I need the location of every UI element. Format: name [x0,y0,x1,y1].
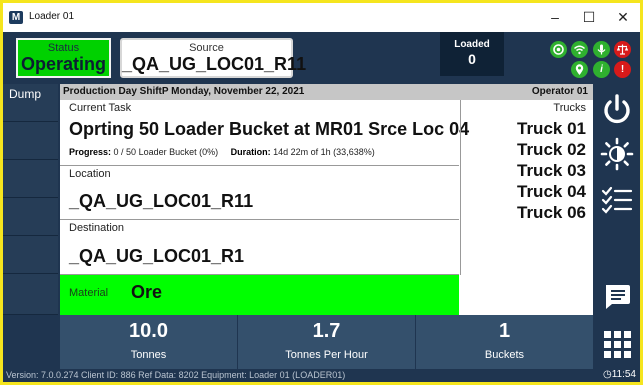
stat-value: 1 [498,320,511,342]
material-value: Ore [131,282,163,302]
current-task-value: Oprting 50 Loader Bucket at MR01 Srce Lo… [69,119,470,139]
left-empty-slot[interactable] [3,122,58,160]
info-icon[interactable]: i [593,61,610,78]
progress-label: Progress: [69,147,112,157]
truck-item[interactable]: Truck 03 [517,161,586,181]
truck-item[interactable]: Truck 04 [517,182,586,202]
maximize-button[interactable]: ☐ [572,7,606,27]
task-panel: Production Day ShiftP Monday, November 2… [60,84,593,315]
window-title: Loader 01 [29,11,75,22]
message-icon [606,285,630,309]
power-button[interactable] [597,90,637,130]
trucks-list: Trucks Truck 01 Truck 02 Truck 03 Truck … [460,100,594,275]
destination-label: Destination [69,222,125,234]
progress-value: 0 / 50 Loader Bucket (0%) [113,147,219,157]
gps-icon[interactable] [550,41,567,58]
microphone-icon[interactable] [593,41,610,58]
left-empty-slot[interactable] [3,236,58,274]
left-action-column: Dump [3,84,60,315]
minimize-button[interactable]: – [538,7,572,27]
status-tile[interactable]: Status Operating [16,38,111,78]
shift-info-bar: Production Day ShiftP Monday, November 2… [60,84,593,100]
right-toolbar [593,84,640,372]
status-value: Operating [20,54,106,74]
source-tile[interactable]: Source _QA_UG_LOC01_R11 [120,38,307,78]
clock-icon: ◷ [602,369,612,380]
material-label: Material [69,287,109,299]
close-button[interactable]: ✕ [606,7,640,27]
dump-label: Dump [9,87,42,101]
destination-value: _QA_UG_LOC01_R1 [69,246,245,266]
progress-line: Progress: 0 / 50 Loader Bucket (0%) Dura… [69,147,375,157]
alert-icon[interactable]: ! [614,61,631,78]
trucks-label: Trucks [553,102,586,114]
loaded-label: Loaded [454,39,490,50]
duration-label: Duration: [230,147,271,157]
material-section[interactable]: Material Ore [60,275,459,315]
operator-name: Operator 01 [531,86,588,97]
footer-bar: Version: 7.0.0.274 Client ID: 886 Ref Da… [3,369,640,382]
grid-icon [604,331,631,358]
location-label: Location [69,168,111,180]
app-logo-icon: M [9,11,23,24]
checklist-icon [601,186,633,214]
stat-value: 1.7 [312,320,341,342]
dump-button[interactable]: Dump [3,84,58,122]
brightness-button[interactable] [597,134,637,174]
clock-time: 11:54 [611,369,636,380]
duration-value: 14d 22m of 1h (33,638%) [273,147,375,157]
wifi-icon[interactable] [571,41,588,58]
truck-item[interactable]: Truck 01 [517,119,586,139]
truck-item[interactable]: Truck 06 [517,203,586,223]
left-empty-slot[interactable] [3,198,58,236]
source-value: _QA_UG_LOC01_R11 [122,54,307,74]
status-label: Status [47,42,80,54]
app-frame: M Loader 01 – ☐ ✕ Status Operating Sourc… [3,3,640,382]
stat-label: Tonnes [130,349,167,361]
source-label: Source [189,42,224,54]
messages-button[interactable] [597,276,637,316]
scale-icon[interactable] [614,41,631,58]
status-header: Status Operating Source _QA_UG_LOC01_R11… [3,32,640,84]
stat-label: Buckets [484,349,525,361]
stat-label: Tonnes Per Hour [285,349,368,361]
power-icon [604,94,630,124]
menu-grid-button[interactable] [597,324,637,364]
version-info: Version: 7.0.0.274 Client ID: 886 Ref Da… [6,370,346,380]
left-empty-slot[interactable] [3,274,58,315]
current-task-label: Current Task [69,102,132,114]
location-value: _QA_UG_LOC01_R11 [69,191,254,211]
location-icon[interactable] [571,61,588,78]
clock: ◷11:54 [603,369,636,380]
loaded-value: 0 [468,51,476,67]
stats-bar: 10.0 Tonnes 1.7 Tonnes Per Hour 1 Bucket… [60,315,593,369]
loaded-counter: Loaded 0 [440,32,504,76]
current-task-section[interactable]: Current Task Oprting 50 Loader Bucket at… [60,100,469,166]
truck-item[interactable]: Truck 02 [517,140,586,160]
left-empty-slot[interactable] [3,160,58,198]
stat-value: 10.0 [129,320,168,342]
title-bar: M Loader 01 – ☐ ✕ [3,3,640,32]
location-section[interactable]: Location _QA_UG_LOC01_R11 [60,166,459,220]
checklist-button[interactable] [597,180,637,220]
destination-section[interactable]: Destination _QA_UG_LOC01_R1 [60,220,459,275]
tonnes-stat: 10.0 Tonnes [60,315,238,369]
brightness-icon [600,137,634,171]
production-day-text: Production Day ShiftP Monday, November 2… [63,86,305,97]
buckets-stat: 1 Buckets [416,315,593,369]
tonnes-per-hour-stat: 1.7 Tonnes Per Hour [238,315,416,369]
